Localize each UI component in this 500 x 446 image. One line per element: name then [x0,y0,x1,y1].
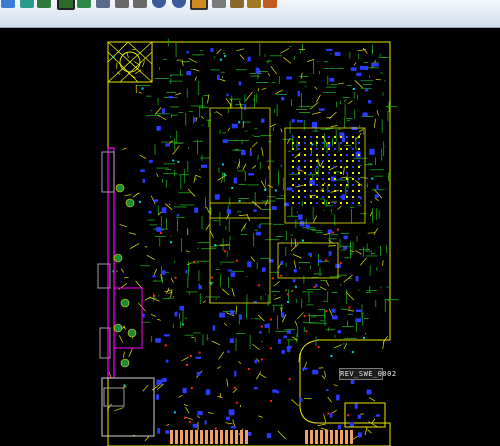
highlight-icon[interactable] [247,0,261,8]
net-dots-icon[interactable] [77,0,91,8]
layers-icon[interactable] [1,0,15,8]
refresh-icon[interactable] [190,0,208,10]
board-view-icon[interactable] [57,0,75,10]
board-outline [107,41,391,446]
mounting-hatch [107,41,153,83]
layer-stack-icon[interactable] [20,0,34,8]
measure-icon[interactable] [230,0,244,8]
pcb-layout[interactable] [0,28,500,446]
toolbar [0,0,500,28]
pan-icon[interactable] [212,0,226,8]
zoom-icon[interactable] [152,0,166,8]
zoom-fit-icon[interactable] [172,0,186,8]
properties-icon[interactable] [115,0,129,8]
pcb-canvas[interactable]: REV_SWE_0002 [0,28,500,446]
silk-label: REV_SWE_0002 [339,368,397,380]
export-icon[interactable] [263,0,277,8]
snap-icon[interactable] [96,0,110,8]
list-icon[interactable] [133,0,147,8]
grid-icon[interactable] [37,0,51,8]
